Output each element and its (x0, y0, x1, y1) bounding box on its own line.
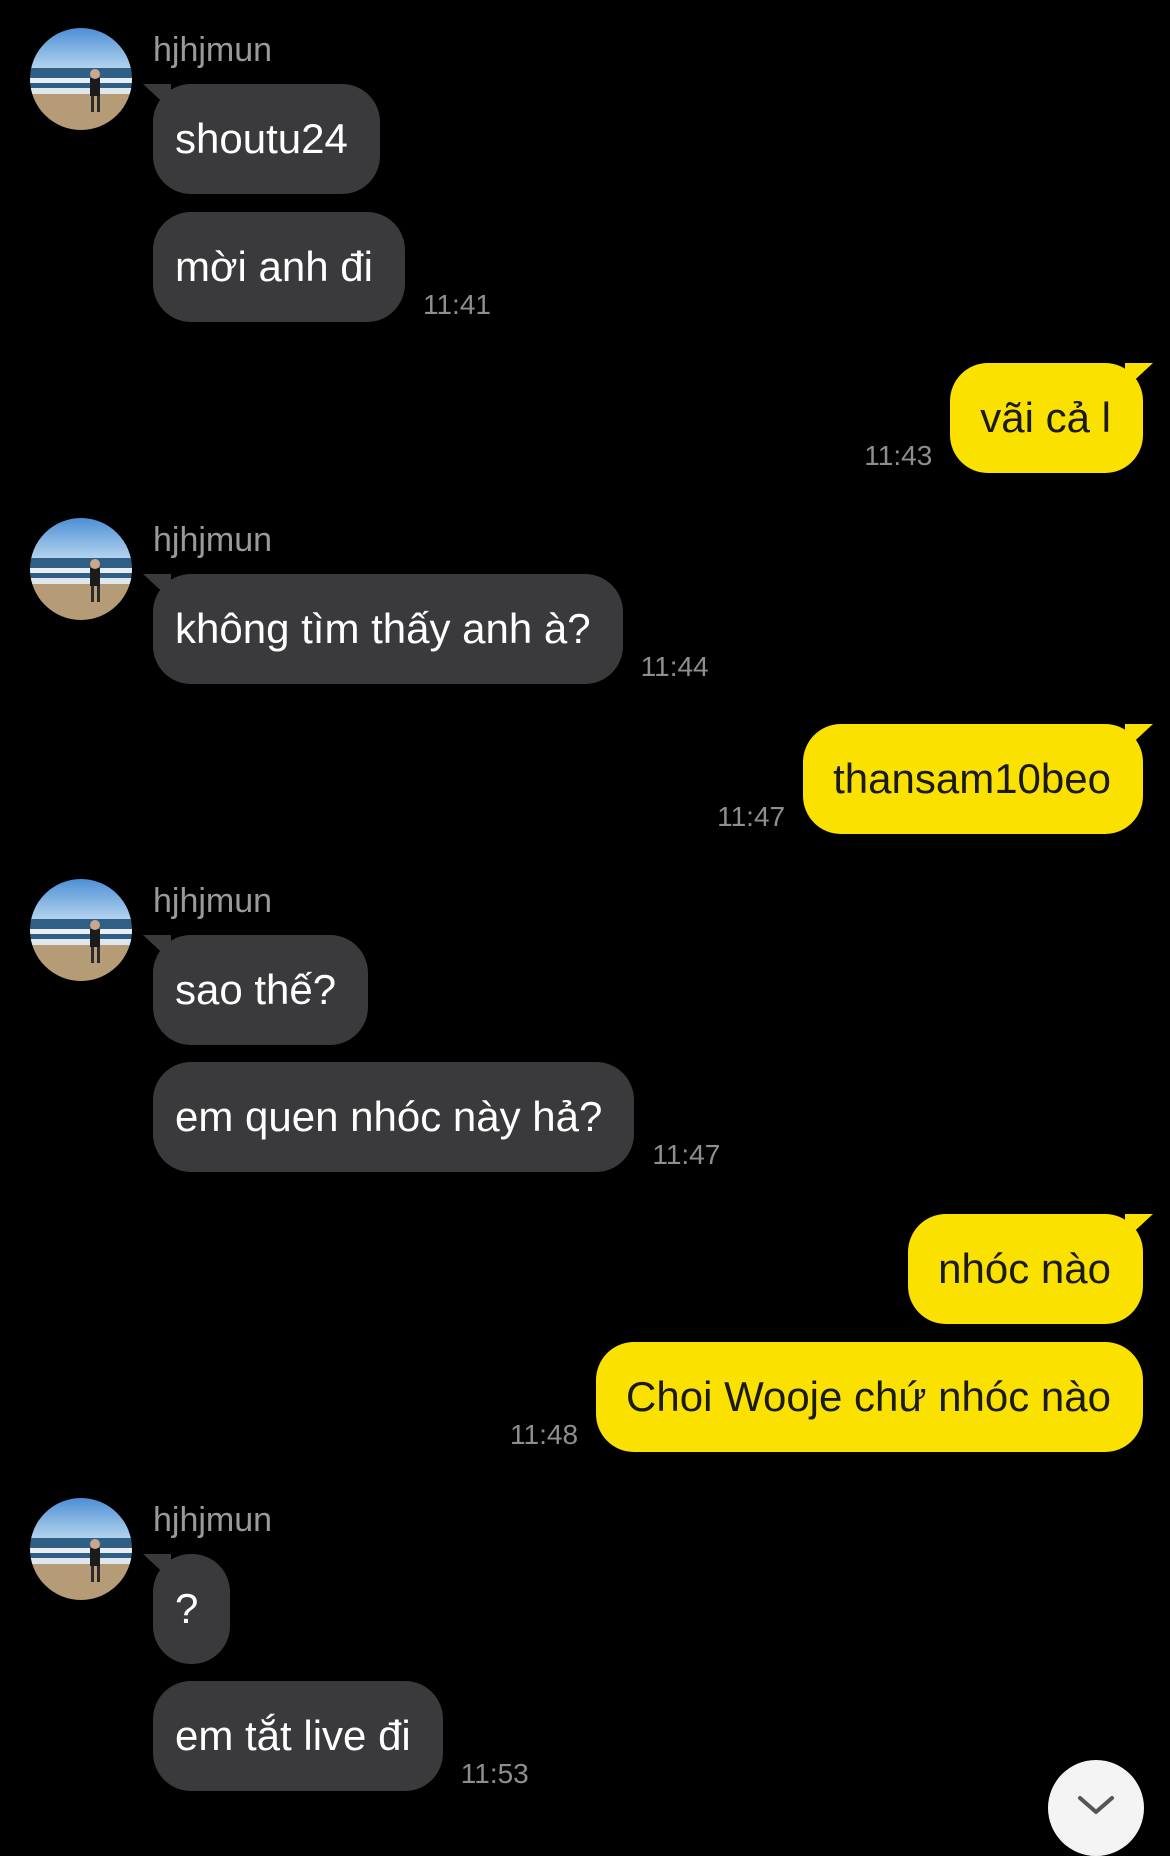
avatar[interactable] (30, 1498, 132, 1600)
message-bubble-incoming[interactable]: em quen nhóc này hả? (153, 1062, 635, 1172)
scroll-to-bottom-button[interactable] (1048, 1760, 1144, 1856)
avatar[interactable] (30, 28, 132, 130)
sender-name: hjhjmun (153, 1501, 273, 1539)
avatar-image (30, 28, 132, 130)
sender-name: hjhjmun (153, 882, 273, 920)
sender-name: hjhjmun (153, 31, 273, 69)
message-bubble-outgoing[interactable]: Choi Wooje chứ nhóc nào (596, 1342, 1143, 1452)
message-row: em tắt live đi 11:53 (153, 1681, 547, 1791)
message-row: em quen nhóc này hả? 11:47 (153, 1062, 738, 1172)
sender-name: hjhjmun (153, 521, 273, 559)
message-timestamp: 11:44 (640, 651, 709, 682)
message-timestamp: 11:47 (652, 1139, 721, 1170)
message-row: không tìm thấy anh à? 11:44 (153, 574, 727, 684)
message-bubble-outgoing[interactable]: thansam10beo (803, 724, 1143, 834)
avatar-image (30, 518, 132, 620)
avatar[interactable] (30, 879, 132, 981)
message-timestamp: 11:47 (717, 801, 786, 832)
message-timestamp: 11:43 (864, 440, 933, 471)
message-row: nhóc nào (908, 1214, 1143, 1324)
message-row: shoutu24 (153, 84, 380, 194)
message-row: sao thế? (153, 935, 369, 1045)
message-row: mời anh đi 11:41 (153, 212, 509, 322)
message-timestamp: 11:53 (460, 1758, 529, 1789)
message-bubble-incoming[interactable]: em tắt live đi (153, 1681, 443, 1791)
message-row: thansam10beo 11:47 (699, 724, 1143, 834)
message-row: vãi cả l 11:43 (846, 363, 1143, 473)
message-bubble-incoming[interactable]: mời anh đi (153, 212, 405, 322)
message-bubble-incoming[interactable]: không tìm thấy anh à? (153, 574, 623, 684)
message-bubble-incoming[interactable]: ? (153, 1554, 231, 1664)
message-row: Choi Wooje chứ nhóc nào 11:48 (492, 1342, 1143, 1452)
message-bubble-outgoing[interactable]: vãi cả l (950, 363, 1143, 473)
message-bubble-outgoing[interactable]: nhóc nào (908, 1214, 1143, 1324)
message-timestamp: 11:41 (422, 289, 491, 320)
avatar-image (30, 879, 132, 981)
message-bubble-incoming[interactable]: sao thế? (153, 935, 369, 1045)
avatar-image (30, 1498, 132, 1600)
avatar[interactable] (30, 518, 132, 620)
message-bubble-incoming[interactable]: shoutu24 (153, 84, 380, 194)
message-timestamp: 11:48 (510, 1419, 579, 1450)
chat-message-list[interactable]: hjhjmun shoutu24 mời anh đi 11:41 vãi cả… (0, 0, 1170, 1856)
message-row: ? (153, 1554, 231, 1664)
chevron-down-icon (1078, 1796, 1114, 1814)
